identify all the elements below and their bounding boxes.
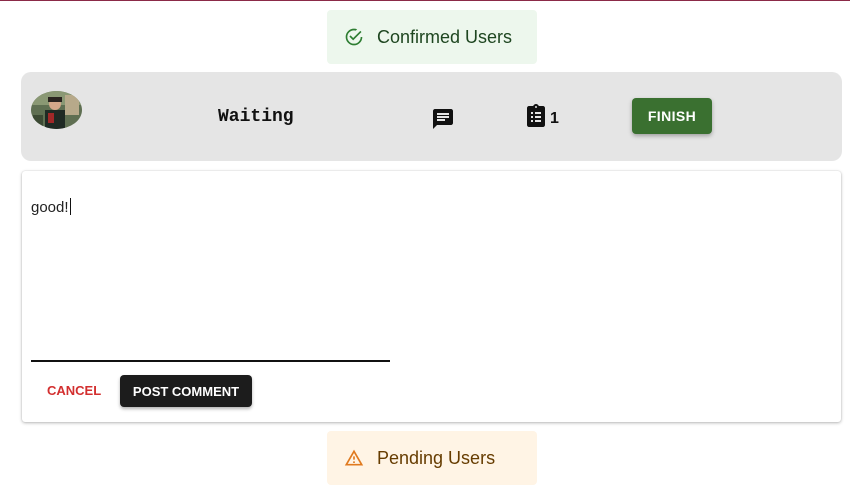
avatar[interactable] [31,91,82,129]
text-caret [69,198,71,215]
user-status: Waiting [218,107,294,127]
cancel-button[interactable]: CANCEL [35,377,113,404]
check-circle-icon [344,27,364,47]
finish-button[interactable]: FINISH [632,98,712,134]
confirmed-users-alert: Confirmed Users [327,10,537,64]
comment-input[interactable]: good! [31,198,71,216]
task-counter[interactable]: 1 [524,103,559,134]
comment-input-value: good! [31,199,69,216]
pending-users-alert: Pending Users [327,431,537,485]
task-count: 1 [550,109,559,127]
post-comment-button[interactable]: POST COMMENT [120,375,252,407]
comment-input-underline [31,360,390,362]
clipboard-list-icon [524,103,548,134]
confirmed-users-label: Confirmed Users [377,26,513,47]
comment-form: good! CANCEL POST COMMENT [22,171,841,422]
user-row: Waiting 1 FINISH [21,72,842,161]
pending-users-label: Pending Users [377,447,496,468]
comment-icon[interactable] [431,107,455,131]
warning-triangle-icon [344,448,364,468]
page: Confirmed Users Waiting 1 FINISH good! C… [0,0,850,485]
